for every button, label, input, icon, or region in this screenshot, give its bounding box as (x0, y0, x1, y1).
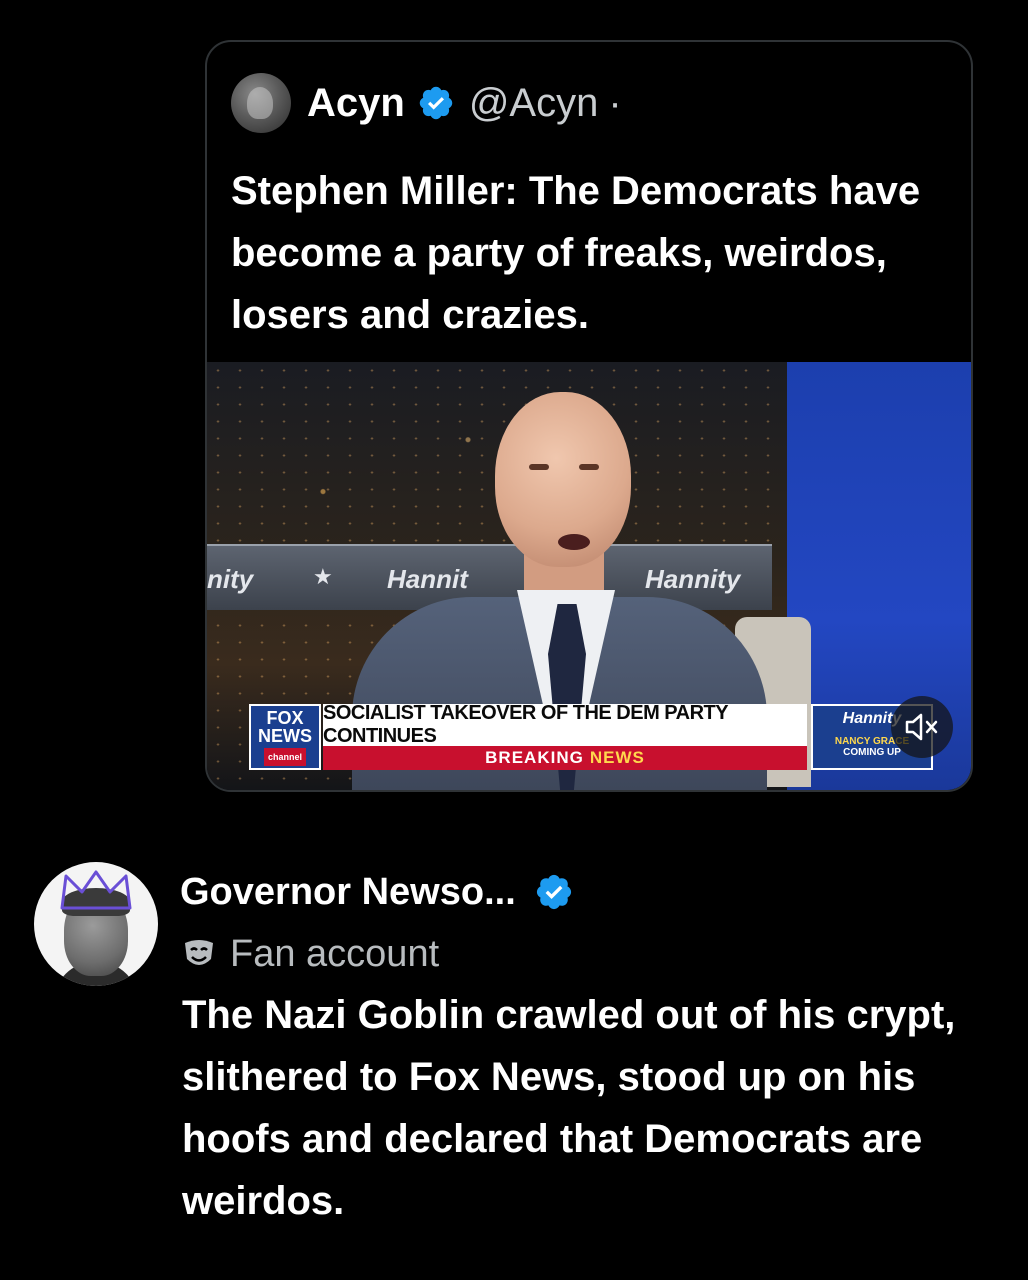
verified-badge-icon (419, 86, 453, 120)
separator-dot: · (608, 80, 622, 125)
quoted-tweet-card[interactable]: Acyn @Acyn · Stephen Miller: The Democra… (205, 40, 973, 792)
verified-badge-icon (536, 874, 571, 910)
newsom-avatar[interactable] (34, 862, 158, 986)
quoted-author-name[interactable]: Acyn (307, 81, 405, 126)
speaker-muted-icon (905, 713, 938, 741)
mute-toggle-button[interactable] (891, 696, 953, 758)
backdrop-logo-left: nity (207, 564, 254, 594)
quoted-author-handle[interactable]: @Acyn (469, 81, 599, 126)
star-icon: ★ (313, 564, 333, 589)
quoted-tweet-text: Stephen Miller: The Democrats have becom… (231, 169, 921, 337)
reply-tweet-text: The Nazi Goblin crawled out of his crypt… (182, 993, 956, 1223)
quoted-tweet-header: Acyn @Acyn · (231, 72, 622, 134)
breaking-news-bar: BREAKING NEWS (323, 746, 807, 770)
reply-header: Governor Newso... (180, 866, 574, 918)
mask-icon (185, 940, 213, 965)
video-player[interactable]: nity ★ Hannit Hannity FOX NEWS channel S… (207, 362, 971, 790)
account-label: Fan account (182, 928, 439, 980)
news-chyron: FOX NEWS channel SOCIALIST TAKEOVER OF T… (249, 702, 807, 770)
reply-author-name[interactable]: Governor Newso... (180, 871, 516, 914)
fox-news-logo: FOX NEWS channel (249, 704, 321, 770)
chyron-headline: SOCIALIST TAKEOVER OF THE DEM PARTY CONT… (323, 702, 807, 747)
crown-icon (60, 870, 132, 910)
acyn-avatar[interactable] (231, 73, 291, 133)
fan-account-label: Fan account (230, 932, 440, 975)
